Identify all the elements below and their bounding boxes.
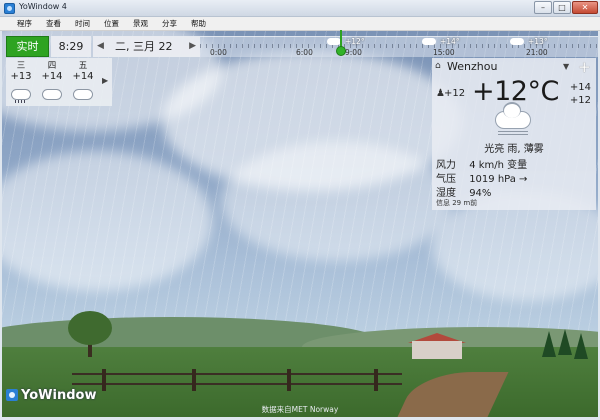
app-icon [4, 3, 15, 14]
cloud-icon [422, 38, 436, 45]
title-bar: YoWindow 4 – □ ✕ [0, 0, 600, 17]
fence-post [287, 369, 291, 391]
fence-post [102, 369, 106, 391]
date-selector[interactable]: ◀ 二, 三月 22 ▶ [93, 36, 200, 57]
tree [68, 311, 112, 345]
forecast-day-temp: +13 [10, 71, 32, 82]
now-button[interactable]: 实时 [6, 36, 49, 57]
timeline-tick-label: 0:00 [210, 48, 227, 57]
close-icon[interactable]: ✕ [572, 1, 598, 14]
fog-cloud-icon [496, 104, 530, 128]
menu-time[interactable]: 时间 [68, 17, 97, 30]
fog-lines [498, 131, 528, 137]
timeline[interactable]: +12° +14° +13° 0:00 6:00 9:00 15:00 21:0… [200, 36, 598, 57]
menu-help[interactable]: 帮助 [184, 17, 213, 30]
forecast-day-name: 四 [47, 61, 57, 71]
timeline-tick-label: 21:00 [526, 48, 548, 57]
timeline-tick-label: 6:00 [296, 48, 313, 57]
chevron-down-icon[interactable]: ▼ [563, 62, 569, 71]
wind-label: 风力 [436, 160, 456, 171]
barn [412, 341, 462, 359]
timeline-temp: +14° [440, 37, 460, 46]
menu-location[interactable]: 位置 [97, 17, 126, 30]
yowindow-logo[interactable]: YoWindow [6, 386, 96, 404]
forecast-day[interactable]: 三 +13 [6, 58, 36, 106]
home-icon: ⌂ [435, 61, 441, 71]
menu-share[interactable]: 分享 [155, 17, 184, 30]
menu-program[interactable]: 程序 [10, 17, 39, 30]
menu-bar: 程序 查看 时间 位置 景观 分享 帮助 [0, 17, 600, 31]
chevron-right-icon[interactable]: ▶ [189, 36, 196, 57]
cloud-icon [327, 38, 341, 45]
brand-name: YoWindow [21, 387, 97, 403]
timeline-temp: +13° [528, 37, 548, 46]
forecast-day-name: 五 [78, 61, 88, 71]
forecast-day-temp: +14 [72, 71, 94, 82]
menu-landscape[interactable]: 景观 [126, 17, 155, 30]
menu-view[interactable]: 查看 [39, 17, 68, 30]
pressure-row: 气压 1019 hPa → [436, 170, 527, 185]
chevron-right-icon[interactable]: ▶ [102, 76, 108, 85]
cloud-icon [510, 38, 524, 45]
pine-tree [558, 329, 572, 355]
fence-post [192, 369, 196, 391]
weather-description: 光亮 雨, 薄雾 [484, 144, 544, 155]
chevron-left-icon[interactable]: ◀ [97, 36, 104, 57]
cloud-icon [74, 90, 92, 99]
timeline-tick-label: 9:00 [345, 48, 362, 57]
timeline-handle[interactable] [336, 46, 346, 56]
location-name[interactable]: Wenzhou [447, 60, 497, 73]
timeline-temp: +12° [345, 37, 365, 46]
forecast-day[interactable]: 五 +14 [68, 58, 98, 106]
high-low: +14 +12 [570, 81, 591, 107]
logo-icon [6, 389, 18, 401]
timeline-tick-label: 15:00 [433, 48, 455, 57]
humidity-label: 湿度 [436, 188, 456, 199]
forecast-strip: 三 +13 四 +14 五 +14 ▶ [6, 58, 112, 106]
pine-tree [542, 331, 556, 357]
forecast-day-name: 三 [16, 61, 26, 71]
updated-time: 信息 29 m前 [436, 199, 478, 207]
pine-tree [574, 333, 588, 359]
window-title: YoWindow 4 [19, 2, 67, 11]
forecast-day[interactable]: 四 +14 [37, 58, 67, 106]
high-temp: +14 [569, 82, 591, 93]
minimize-icon[interactable]: – [534, 1, 552, 14]
data-credit[interactable]: 数据来自MET Norway [0, 404, 600, 415]
forecast-day-temp: +14 [41, 71, 63, 82]
date-label: 二, 三月 22 [115, 40, 173, 53]
window-controls: – □ ✕ [534, 1, 598, 14]
current-temperature: +12°C [472, 76, 559, 107]
feels-like-temp: +12 [444, 88, 466, 99]
fence [72, 373, 402, 385]
wind-row: 风力 4 km/h 变量 [436, 156, 527, 171]
maximize-icon[interactable]: □ [553, 1, 571, 14]
pressure-label: 气压 [436, 174, 456, 185]
humidity-row: 湿度 94% [436, 184, 491, 199]
cloud-icon [43, 90, 61, 99]
fence-post [374, 369, 378, 391]
current-conditions-panel: ⌂ Wenzhou ▼ + ♟ +12 +12°C +14 +12 光亮 雨, … [432, 58, 596, 210]
time-display[interactable]: 8:29 [51, 36, 91, 57]
rain-cloud-icon [12, 90, 30, 103]
low-temp: +12 [569, 95, 591, 106]
add-location-button[interactable]: + [578, 58, 591, 76]
